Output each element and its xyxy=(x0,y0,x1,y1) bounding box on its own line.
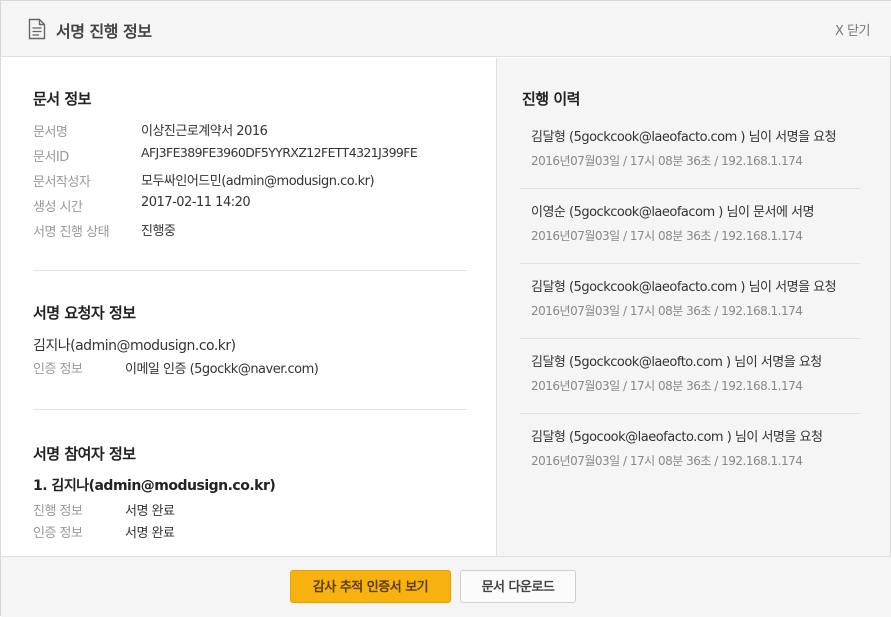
document-icon xyxy=(28,18,46,40)
participant-auth-value: 서명 완료 xyxy=(125,526,175,541)
doc-author-label: 문서작성자 xyxy=(33,175,91,190)
history-item: 김달형 (5gockcook@laeofacto.com ) 님이 서명을 요청… xyxy=(520,264,860,339)
doc-name-label: 문서명 xyxy=(33,125,68,140)
history-item-meta: 2016년07월03일 / 17시 08분 36초 / 192.168.1.17… xyxy=(531,454,803,468)
history-title: 진행 이력 xyxy=(522,90,580,108)
section-divider xyxy=(33,409,467,410)
history-item-meta: 2016년07월03일 / 17시 08분 36초 / 192.168.1.17… xyxy=(531,379,803,393)
history-item-text: 김달형 (5gockcook@laeofto.com ) 님이 서명을 요청 xyxy=(531,355,822,370)
section-divider xyxy=(33,270,467,271)
modal-header: 서명 진행 정보 X 닫기 xyxy=(1,1,891,57)
sign-status-value: 진행중 xyxy=(141,224,176,239)
history-item-meta: 2016년07월03일 / 17시 08분 36초 / 192.168.1.17… xyxy=(531,229,803,243)
doc-name-value: 이상진근로계약서 2016 xyxy=(141,124,268,139)
participant-progress-label: 진행 정보 xyxy=(33,504,83,519)
requester-auth-label: 인증 정보 xyxy=(33,362,83,377)
history-item: 이영순 (5gockcook@laeofacom ) 님이 문서에 서명 201… xyxy=(520,189,860,264)
modal-title: 서명 진행 정보 xyxy=(56,22,152,41)
view-audit-certificate-button[interactable]: 감사 추적 인증서 보기 xyxy=(290,570,451,603)
participant-progress-value: 서명 완료 xyxy=(125,504,175,519)
history-item: 김달형 (5gockcook@laeofto.com ) 님이 서명을 요청 2… xyxy=(520,339,860,414)
download-document-button[interactable]: 문서 다운로드 xyxy=(460,570,576,603)
requester-name: 김지나(admin@modusign.co.kr) xyxy=(33,338,236,354)
history-item-meta: 2016년07월03일 / 17시 08분 36초 / 192.168.1.17… xyxy=(531,304,803,318)
document-info-title: 문서 정보 xyxy=(33,90,91,108)
sign-status-label: 서명 진행 상태 xyxy=(33,225,110,240)
history-item: 김달형 (5gocook@laeofacto.com ) 님이 서명을 요청 2… xyxy=(520,414,860,489)
history-item-text: 김달형 (5gockcook@laeofacto.com ) 님이 서명을 요청 xyxy=(531,130,837,145)
created-time-label: 생성 시간 xyxy=(33,200,83,215)
info-panel: 문서 정보 문서명 이상진근로계약서 2016 문서ID AFJ3FE389FE… xyxy=(1,58,496,556)
doc-author-value: 모두싸인어드민(admin@modusign.co.kr) xyxy=(141,174,375,189)
history-panel: 진행 이력 김달형 (5gockcook@laeofacto.com ) 님이 … xyxy=(496,58,890,556)
doc-id-value: AFJ3FE389FE3960DF5YYRXZ12FETT4321J399FE xyxy=(141,145,418,160)
participant-info-title: 서명 참여자 정보 xyxy=(33,445,136,463)
signature-progress-modal: 서명 진행 정보 X 닫기 문서 정보 문서명 이상진근로계약서 2016 문서… xyxy=(0,0,891,617)
history-item-text: 김달형 (5gockcook@laeofacto.com ) 님이 서명을 요청 xyxy=(531,280,837,295)
history-item-text: 이영순 (5gockcook@laeofacom ) 님이 문서에 서명 xyxy=(531,205,814,220)
history-item-text: 김달형 (5gocook@laeofacto.com ) 님이 서명을 요청 xyxy=(531,430,823,445)
requester-info-title: 서명 요청자 정보 xyxy=(33,304,136,322)
created-time-value: 2017-02-11 14:20 xyxy=(141,195,251,210)
history-item-meta: 2016년07월03일 / 17시 08분 36초 / 192.168.1.17… xyxy=(531,154,803,168)
participant-name: 1. 김지나(admin@modusign.co.kr) xyxy=(33,478,276,494)
close-button[interactable]: X 닫기 xyxy=(835,20,870,39)
history-item: 김달형 (5gockcook@laeofacto.com ) 님이 서명을 요청… xyxy=(520,114,860,189)
requester-auth-value: 이메일 인증 (5gockk@naver.com) xyxy=(125,362,319,377)
modal-footer: 감사 추적 인증서 보기 문서 다운로드 xyxy=(1,556,891,617)
doc-id-label: 문서ID xyxy=(33,150,69,165)
participant-auth-label: 인증 정보 xyxy=(33,526,83,541)
